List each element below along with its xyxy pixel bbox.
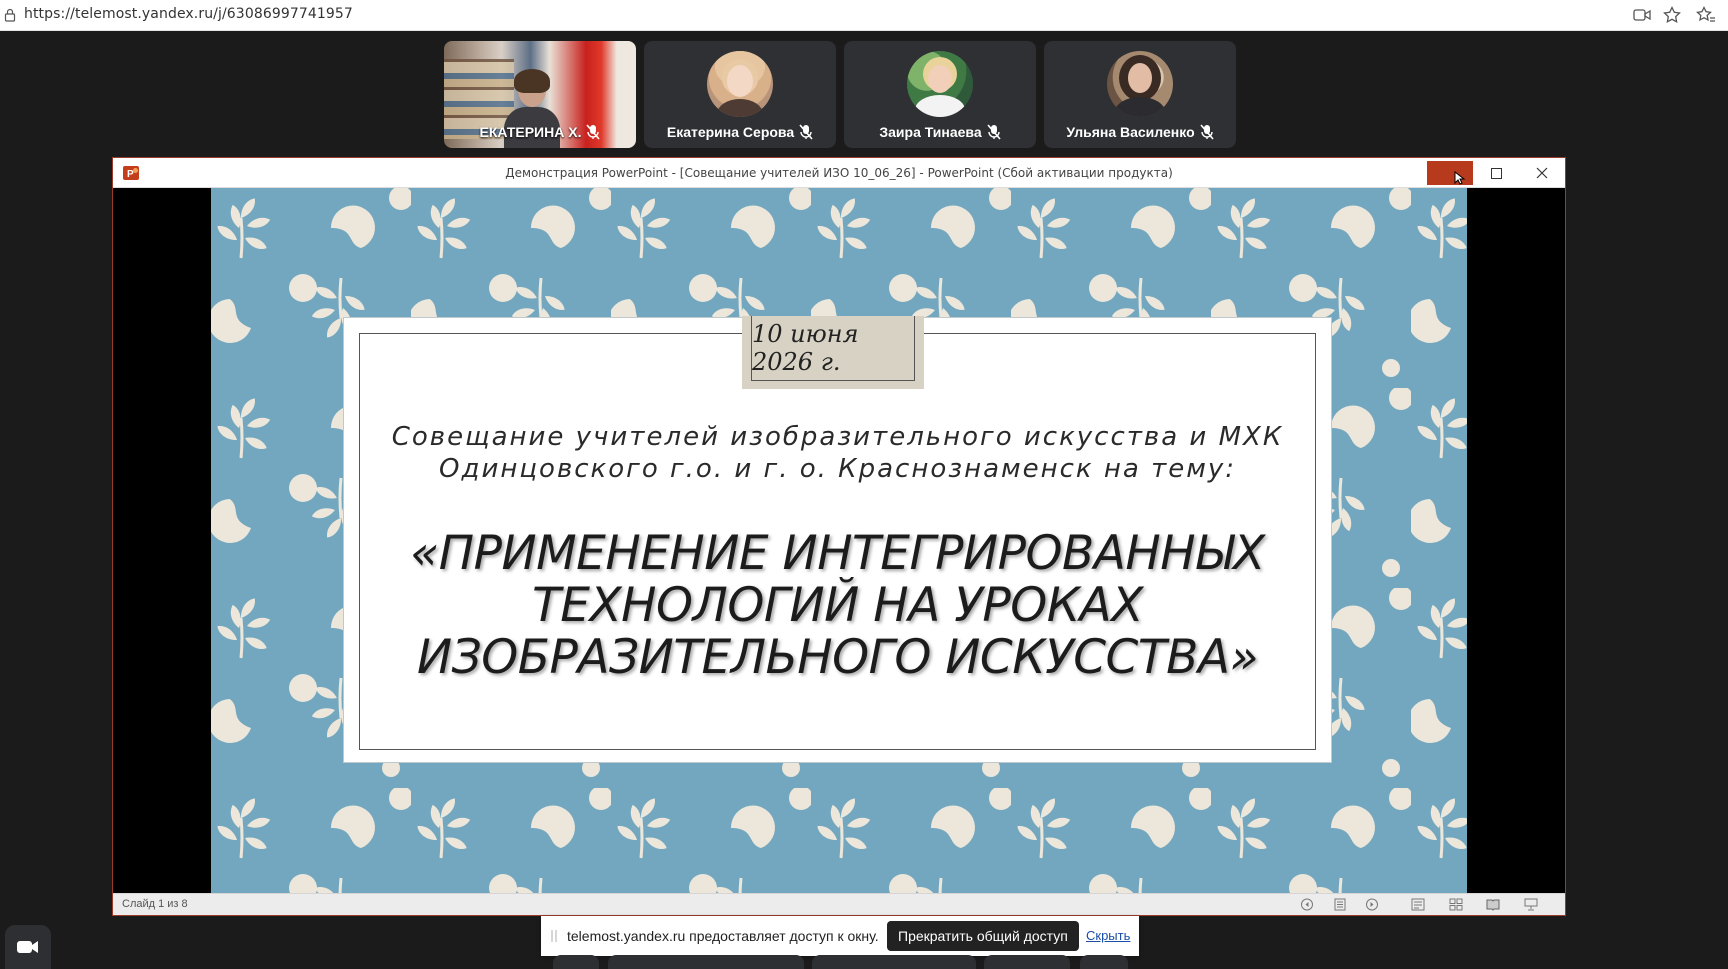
- lock-icon[interactable]: [4, 8, 16, 22]
- date-tab: 10 июня 2026 г.: [742, 316, 924, 389]
- maximize-icon: [1490, 167, 1502, 179]
- slide-counter: Слайд 1 из 8: [122, 898, 188, 910]
- powerpoint-window[interactable]: P Демонстрация PowerPoint - [Совещание у…: [112, 157, 1566, 916]
- mic-off-icon: [799, 124, 813, 140]
- close-button[interactable]: [1519, 158, 1565, 188]
- subtitle-line: Одинцовского г.о. и г. о. Краснознаменск…: [439, 454, 1236, 484]
- call-control-button[interactable]: [812, 955, 976, 969]
- avatar: [1107, 51, 1173, 117]
- avatar: [907, 51, 973, 117]
- url-text[interactable]: https://telemost.yandex.ru/j/63086997741…: [24, 6, 353, 22]
- ppt-titlebar[interactable]: P Демонстрация PowerPoint - [Совещание у…: [113, 158, 1565, 188]
- mic-off-icon: [987, 124, 1001, 140]
- title-line: ТЕХНОЛОГИЙ НА УРОКАХ: [532, 578, 1143, 633]
- participant-tile[interactable]: Заира Тинаева: [844, 41, 1036, 148]
- share-notice-text: telemost.yandex.ru предоставляет доступ …: [567, 928, 879, 944]
- participant-tile[interactable]: Екатерина Серова: [644, 41, 836, 148]
- reading-view-icon[interactable]: [1486, 898, 1500, 911]
- close-icon: [1536, 167, 1548, 179]
- title-line: ИЗОБРАЗИТЕЛЬНОГО ИСКУССТВА»: [417, 630, 1259, 685]
- participant-tile[interactable]: Ульяна Василенко: [1044, 41, 1236, 148]
- mic-off-icon: [586, 124, 601, 140]
- participant-name-block: Ульяна Василенко: [1044, 124, 1236, 140]
- slide-title-card: 10 июня 2026 г. Совещание учителей изобр…: [344, 316, 1331, 762]
- minimize-button[interactable]: [1427, 161, 1473, 185]
- screen-share-notification: telemost.yandex.ru предоставляет доступ …: [541, 916, 1139, 956]
- call-control-button[interactable]: [984, 955, 1070, 969]
- favorites-icon[interactable]: [1696, 5, 1716, 25]
- participant-name: ЕКАТЕРИНА Х.: [479, 124, 582, 140]
- slide-date: 10 июня 2026 г.: [751, 316, 915, 381]
- slide-main-title: «ПРИМЕНЕНИЕ ИНТЕГРИРОВАННЫХ ТЕХНОЛОГИЙ Н…: [344, 528, 1331, 684]
- mouse-cursor-icon: [1454, 171, 1466, 185]
- slideshow-view-icon[interactable]: [1524, 898, 1538, 911]
- participant-name-block: Екатерина Серова: [644, 124, 836, 140]
- call-control-button[interactable]: [553, 955, 599, 969]
- camera-icon: [17, 941, 38, 953]
- next-slide-icon[interactable]: [1365, 898, 1379, 911]
- mic-off-icon: [1200, 124, 1214, 140]
- title-line: «ПРИМЕНЕНИЕ ИНТЕГРИРОВАННЫХ: [410, 526, 1265, 581]
- participant-tile[interactable]: ЕКАТЕРИНА Х.: [444, 41, 636, 148]
- slide-sorter-icon[interactable]: [1449, 898, 1463, 911]
- bookmark-star-icon[interactable]: [1662, 5, 1682, 25]
- subtitle-line: Совещание учителей изобразительного иску…: [391, 422, 1284, 452]
- call-control-button[interactable]: [608, 955, 804, 969]
- previous-slide-icon[interactable]: [1300, 898, 1314, 911]
- avatar: [707, 51, 773, 117]
- drag-handle-icon[interactable]: [551, 929, 557, 943]
- participant-name-block: Заира Тинаева: [844, 124, 1036, 140]
- hide-link[interactable]: Скрыть: [1086, 928, 1130, 943]
- maximize-button[interactable]: [1473, 158, 1519, 188]
- ppt-window-title: Демонстрация PowerPoint - [Совещание учи…: [505, 166, 1173, 180]
- participant-name-block: ЕКАТЕРИНА Х.: [444, 124, 636, 140]
- participant-name: Заира Тинаева: [879, 124, 982, 140]
- normal-view-icon[interactable]: [1411, 898, 1425, 911]
- camera-toggle-button[interactable]: [5, 925, 51, 969]
- slide-canvas[interactable]: 10 июня 2026 г. Совещание учителей изобр…: [211, 188, 1467, 895]
- participant-name: Екатерина Серова: [666, 124, 795, 140]
- stop-sharing-button[interactable]: Прекратить общий доступ: [887, 921, 1079, 951]
- participant-name: Ульяна Василенко: [1066, 124, 1195, 140]
- camera-permission-icon[interactable]: [1632, 5, 1652, 25]
- slide-subtitle: Совещание учителей изобразительного иску…: [344, 421, 1331, 485]
- browser-address-bar: https://telemost.yandex.ru/j/63086997741…: [0, 0, 1728, 31]
- call-control-button[interactable]: [1080, 955, 1128, 969]
- ppt-status-bar: Слайд 1 из 8: [113, 893, 1565, 915]
- slide-menu-icon[interactable]: [1333, 898, 1347, 911]
